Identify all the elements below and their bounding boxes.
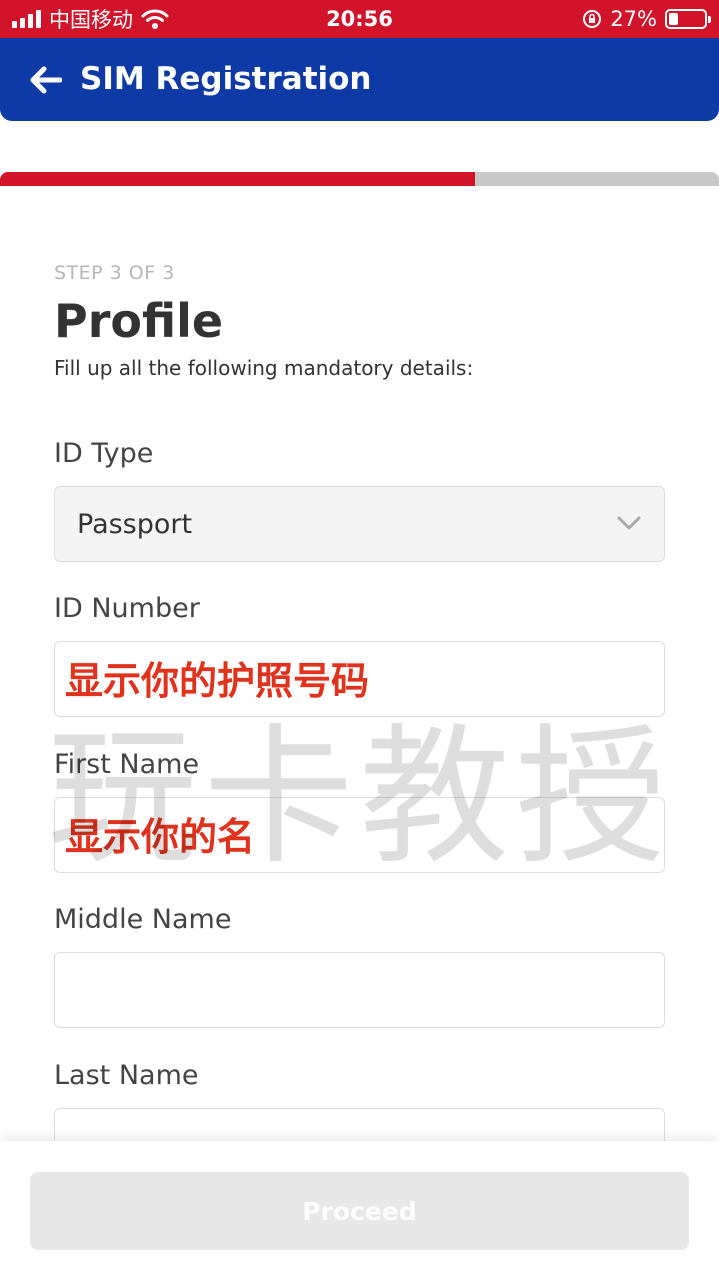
back-button[interactable] xyxy=(26,60,66,100)
middle-name-label: Middle Name xyxy=(54,904,232,935)
proceed-button[interactable]: Proceed xyxy=(30,1172,689,1250)
first-name-label: First Name xyxy=(54,749,200,780)
page-subtitle: Fill up all the following mandatory deta… xyxy=(54,356,474,380)
chevron-down-icon xyxy=(617,516,641,530)
page-title: Profile xyxy=(54,294,224,348)
page-header-title: SIM Registration xyxy=(80,61,372,97)
progress-bar xyxy=(0,172,719,186)
battery-percent: 27% xyxy=(610,7,657,31)
middle-name-input[interactable] xyxy=(54,952,665,1028)
bottom-action-bar: Proceed xyxy=(0,1141,719,1280)
id-type-value: Passport xyxy=(77,509,193,540)
rotation-lock-icon xyxy=(583,10,602,28)
step-indicator: STEP 3 OF 3 xyxy=(54,262,175,284)
battery-level xyxy=(669,13,678,25)
id-type-label: ID Type xyxy=(54,438,154,469)
first-name-value: 显示你的名 xyxy=(65,815,256,859)
status-bar: 中国移动 20:56 27% xyxy=(0,0,719,38)
progress-fill xyxy=(0,172,475,186)
battery-icon xyxy=(665,9,711,29)
status-right: 27% xyxy=(582,0,711,38)
id-number-input[interactable]: 显示你的护照号码 xyxy=(54,641,665,717)
app-header: SIM Registration xyxy=(0,38,719,121)
id-number-label: ID Number xyxy=(54,593,200,624)
last-name-label: Last Name xyxy=(54,1060,199,1091)
id-type-select[interactable]: Passport xyxy=(54,486,665,562)
arrow-left-icon xyxy=(30,66,62,94)
first-name-input[interactable]: 显示你的名 xyxy=(54,797,665,873)
id-number-value: 显示你的护照号码 xyxy=(65,659,370,703)
